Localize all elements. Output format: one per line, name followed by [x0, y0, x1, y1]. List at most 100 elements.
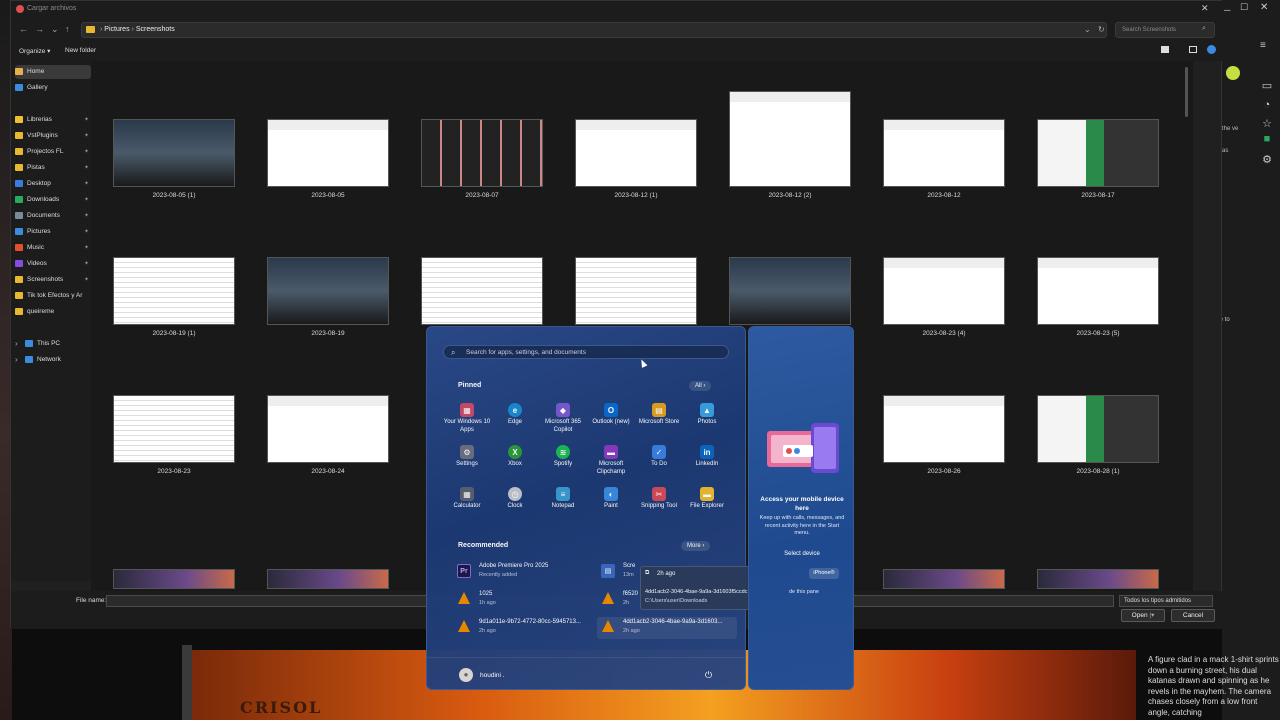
refresh-icon[interactable]: ↻	[1098, 25, 1105, 34]
file-thumbnail[interactable]	[1037, 569, 1159, 589]
help-icon[interactable]	[1207, 45, 1216, 54]
file-thumbnail[interactable]	[421, 257, 543, 325]
hide-pane-link[interactable]: de this pane	[789, 589, 819, 595]
gear-icon[interactable]: ⚙	[1260, 153, 1274, 167]
chevron-down-icon[interactable]: ⌄	[51, 24, 59, 35]
pinned-app[interactable]: ▦ Calculator	[443, 487, 491, 511]
user-name[interactable]: houdini .	[480, 672, 505, 679]
extension-icon[interactable]: ■	[1260, 133, 1274, 147]
file-thumbnail[interactable]: 2023-08-17	[1037, 119, 1159, 199]
power-icon[interactable]: ⏻	[705, 670, 712, 681]
nav-item[interactable]: Downloads ✦	[15, 193, 91, 207]
file-thumbnail[interactable]: 2023-08-05	[267, 119, 389, 199]
pinned-app[interactable]: O Outlook (new)	[587, 403, 635, 427]
pinned-app[interactable]: ✓ To Do	[635, 445, 683, 469]
breadcrumb-screenshots[interactable]: Screenshots	[136, 26, 175, 33]
nav-item[interactable]: queireme	[15, 305, 91, 319]
nav-item[interactable]: Pistas ✦	[15, 161, 91, 175]
pinned-app[interactable]: ⚙ Settings	[443, 445, 491, 469]
profile-dot-icon[interactable]	[1226, 66, 1240, 80]
nav-item[interactable]: VstPlugins ✦	[15, 129, 91, 143]
file-thumbnail[interactable]: 2023-08-28 (1)	[1037, 395, 1159, 475]
iphone-button[interactable]: iPhone®	[809, 568, 839, 579]
search-input[interactable]: Search Screenshots ⌕	[1115, 22, 1215, 38]
pinned-app[interactable]: in LinkedIn	[683, 445, 731, 469]
file-thumbnail[interactable]	[267, 569, 389, 589]
back-icon[interactable]: ←	[19, 24, 28, 34]
file-thumbnail[interactable]: 2023-08-12 (1)	[575, 119, 697, 199]
pinned-app[interactable]: ≡ Notepad	[539, 487, 587, 511]
nav-item[interactable]: Network ›	[15, 353, 91, 367]
file-thumbnail[interactable]	[883, 569, 1005, 589]
file-thumbnail[interactable]: 2023-08-19 (1)	[113, 257, 235, 337]
file-thumbnail[interactable]: 2023-08-12 (2)	[729, 91, 851, 199]
pinned-app[interactable]: e Edge	[491, 403, 539, 427]
nav-item[interactable]: Music ✦	[15, 241, 91, 255]
file-thumbnail[interactable]: 2023-08-23 (5)	[1037, 257, 1159, 337]
more-button[interactable]: More ›	[681, 541, 711, 551]
pinned-app[interactable]: X Xbox	[491, 445, 539, 469]
browser-max-icon[interactable]: ☐	[1240, 2, 1248, 13]
browser-close-icon[interactable]: ✕	[1260, 2, 1268, 13]
breadcrumb-pictures[interactable]: Pictures	[104, 26, 129, 33]
recommended-item[interactable]: 1025 1h ago	[453, 589, 593, 611]
all-apps-button[interactable]: All ›	[689, 381, 712, 391]
pinned-app[interactable]: ≋ Spotify	[539, 445, 587, 469]
start-search-input[interactable]: ⌕ Search for apps, settings, and documen…	[443, 345, 729, 359]
file-thumbnail[interactable]	[575, 257, 697, 325]
close-icon[interactable]: ✕	[1201, 3, 1209, 14]
file-thumbnail[interactable]: 2023-08-24	[267, 395, 389, 475]
pinned-app[interactable]: ▦ Your Windows 10 Apps	[443, 403, 491, 434]
nav-item[interactable]: Tik tok Efectos y Ar	[15, 289, 91, 303]
nav-item[interactable]: Desktop ✦	[15, 177, 91, 191]
file-thumbnail[interactable]: 2023-08-05 (1)	[113, 119, 235, 199]
recommended-item[interactable]: 9d1a011e-9b72-4772-80cc-5945713... 2h ago	[453, 617, 593, 639]
scrollbar[interactable]	[1185, 67, 1188, 117]
open-button[interactable]: Open |▾	[1121, 609, 1165, 622]
browser-min-icon[interactable]: ─	[1224, 5, 1230, 15]
file-thumbnail[interactable]: 2023-08-12	[883, 119, 1005, 199]
recommended-item[interactable]: 4dd1acb2-3046-4bae-9a9a-3d1603... 2h ago	[597, 617, 737, 639]
avatar[interactable]: ●	[459, 668, 473, 682]
file-thumbnail[interactable]: 2023-08-23 (4)	[883, 257, 1005, 337]
recommended-item[interactable]: Pr Adobe Premiere Pro 2025 Recently added	[453, 561, 593, 583]
forward-icon[interactable]: →	[35, 24, 44, 34]
pinned-app[interactable]: ▤ Microsoft Store	[635, 403, 683, 427]
nav-item[interactable]: Home	[15, 65, 91, 79]
pinned-app[interactable]: ◷ Clock	[491, 487, 539, 511]
file-thumbnail[interactable]: 2023-08-26	[883, 395, 1005, 475]
pinned-app[interactable]: ◆ Microsoft 365 Copilot	[539, 403, 587, 434]
nav-item[interactable]: Screenshots ✦	[15, 273, 91, 287]
expand-icon[interactable]: ›	[15, 353, 18, 367]
address-dropdown-icon[interactable]: ⌄	[1084, 25, 1091, 34]
bookmark-icon[interactable]: ▭	[1260, 79, 1274, 93]
address-bar[interactable]: › Pictures › Screenshots ⌄ ↻	[81, 22, 1107, 38]
filetype-select[interactable]: Todos los tipos admitidos	[1119, 595, 1213, 607]
nav-item[interactable]: This PC ›	[15, 337, 91, 351]
nav-item[interactable]: Documents ✦	[15, 209, 91, 223]
up-icon[interactable]: ↑	[65, 24, 70, 34]
preview-pane-icon[interactable]	[1189, 46, 1197, 53]
cancel-button[interactable]: Cancel	[1171, 609, 1215, 622]
star-icon[interactable]: ☆	[1260, 117, 1274, 131]
nav-item[interactable]: Projectos FL ✦	[15, 145, 91, 159]
pinned-app[interactable]: ▲ Photos	[683, 403, 731, 427]
new-folder-button[interactable]: New folder	[65, 47, 96, 54]
file-thumbnail[interactable]: 2023-08-07	[421, 119, 543, 199]
menu-icon[interactable]: ≡	[1260, 40, 1266, 51]
view-icon[interactable]	[1161, 46, 1169, 53]
pinned-app[interactable]: ▬ Microsoft Clipchamp	[587, 445, 635, 476]
pinned-app[interactable]: ▬ File Explorer	[683, 487, 731, 511]
pinned-app[interactable]: ✂ Snipping Tool	[635, 487, 683, 511]
file-thumbnail[interactable]	[113, 569, 235, 589]
file-thumbnail[interactable]	[729, 257, 851, 325]
file-thumbnail[interactable]: 2023-08-23	[113, 395, 235, 475]
nav-item[interactable]: Pictures ✦	[15, 225, 91, 239]
pinned-app[interactable]: ◐ Paint	[587, 487, 635, 511]
nav-item[interactable]: Videos ✦	[15, 257, 91, 271]
history-icon[interactable]: ◔	[1260, 99, 1274, 113]
file-thumbnail[interactable]: 2023-08-19	[267, 257, 389, 337]
expand-icon[interactable]: ›	[15, 337, 18, 351]
nav-item[interactable]: Librerias ✦	[15, 113, 91, 127]
organize-button[interactable]: Organize ▾	[19, 47, 50, 55]
